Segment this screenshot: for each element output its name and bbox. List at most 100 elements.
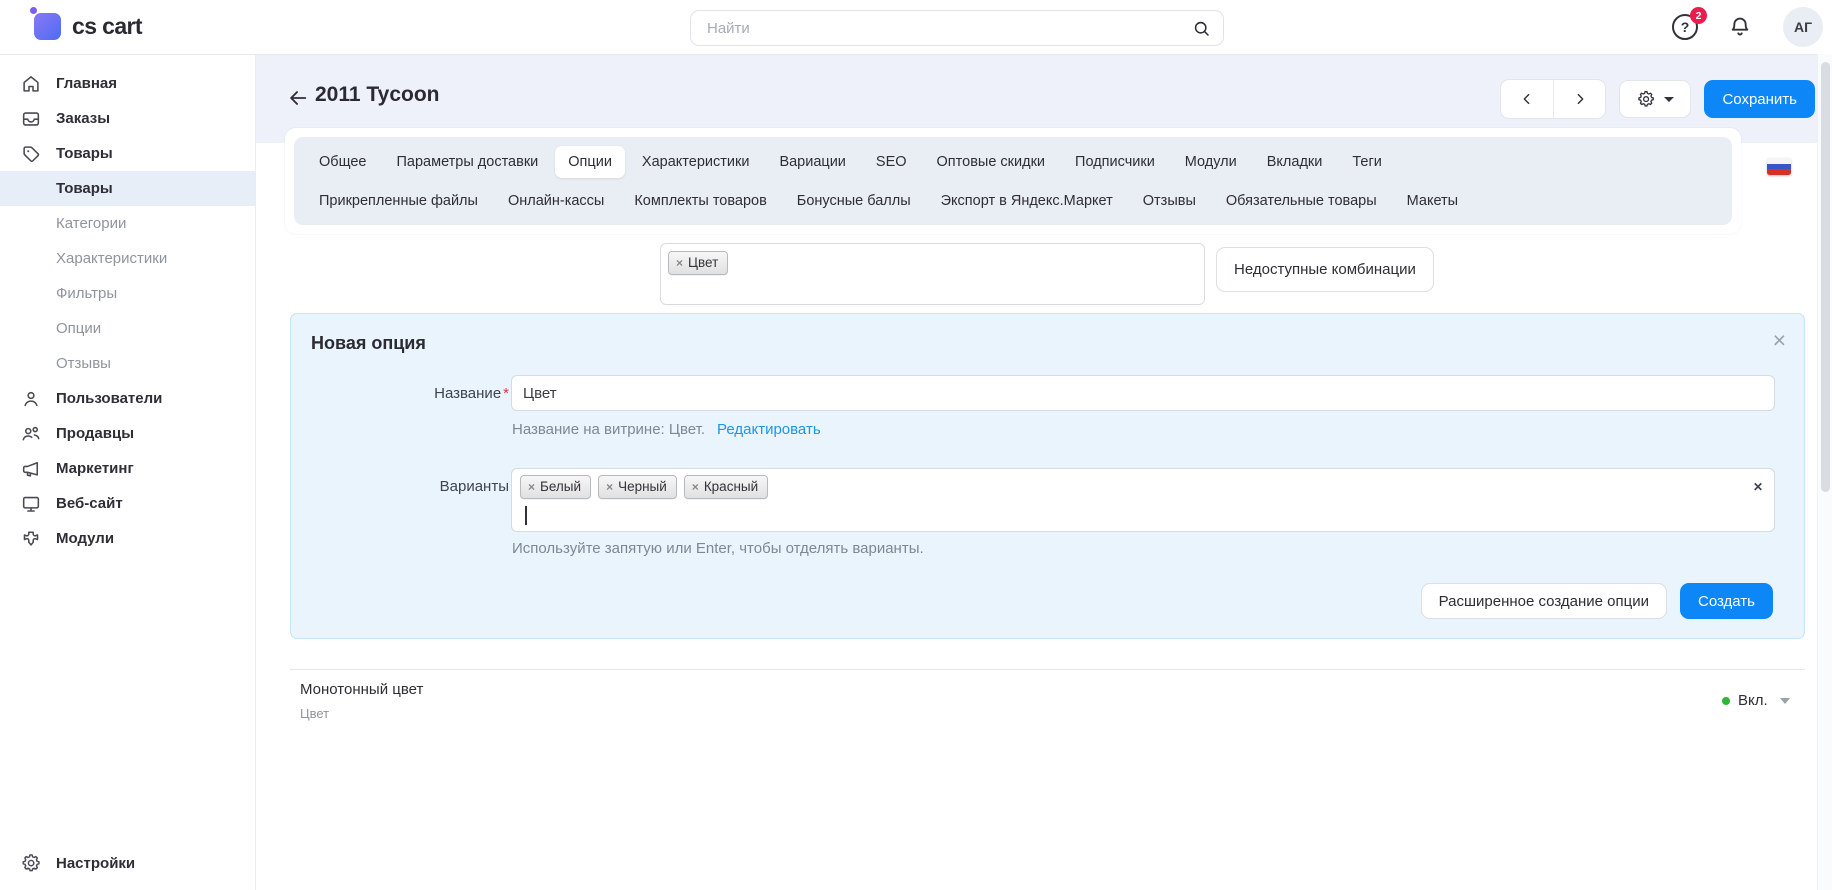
logo-icon <box>34 13 61 40</box>
variant-chip: × Белый <box>520 475 591 499</box>
sidebar-item-options[interactable]: Опции <box>0 311 255 346</box>
create-button[interactable]: Создать <box>1680 583 1773 619</box>
remove-tag-icon[interactable]: × <box>528 481 535 493</box>
tab-online-checkouts[interactable]: Онлайн-кассы <box>495 185 617 217</box>
scrollbar <box>1817 54 1832 890</box>
global-search[interactable] <box>690 10 1224 46</box>
tab-subscribers[interactable]: Подписчики <box>1062 146 1168 178</box>
edit-link[interactable]: Редактировать <box>717 421 821 438</box>
variants-input-field[interactable]: × Белый × Черный × Красный ✕ <box>511 468 1775 532</box>
search-icon[interactable] <box>1192 19 1211 38</box>
page-title: 2011 Tycoon <box>315 83 440 107</box>
sidebar-item-marketing[interactable]: Маркетинг <box>0 451 255 486</box>
sidebar-item-label: Заказы <box>56 110 110 127</box>
tab-features[interactable]: Характеристики <box>629 146 763 178</box>
tab-required-products[interactable]: Обязательные товары <box>1213 185 1390 217</box>
remove-tag-icon[interactable]: × <box>692 481 699 493</box>
tag-icon <box>20 143 42 165</box>
help-button[interactable]: ? 2 <box>1672 14 1700 42</box>
tab-yandex-market-export[interactable]: Экспорт в Яндекс.Маркет <box>928 185 1126 217</box>
sidebar-item-label: Товары <box>56 145 113 162</box>
sidebar-item-addons[interactable]: Модули <box>0 521 255 556</box>
tab-options[interactable]: Опции <box>555 146 625 178</box>
option-row-subtitle: Цвет <box>300 706 329 721</box>
scrollbar-thumb[interactable] <box>1821 62 1830 492</box>
sidebar-item-label: Пользователи <box>56 390 162 407</box>
sidebar-item-features[interactable]: Характеристики <box>0 241 255 276</box>
tab-shipping-properties[interactable]: Параметры доставки <box>383 146 551 178</box>
tab-attachments[interactable]: Прикрепленные файлы <box>306 185 491 217</box>
tab-addons[interactable]: Модули <box>1172 146 1250 178</box>
tab-qty-discounts[interactable]: Оптовые скидки <box>924 146 1059 178</box>
variant-chip: × Красный <box>684 475 768 499</box>
sidebar-item-vendors[interactable]: Продавцы <box>0 416 255 451</box>
tab-general[interactable]: Общее <box>306 146 379 178</box>
save-button[interactable]: Сохранить <box>1704 80 1815 118</box>
clear-field-icon[interactable]: ✕ <box>1753 480 1763 494</box>
sidebar-item-label: Главная <box>56 75 117 92</box>
sidebar-item-settings[interactable]: Настройки <box>0 842 254 884</box>
tab-reward-points[interactable]: Бонусные баллы <box>784 185 924 217</box>
sidebar-item-categories[interactable]: Категории <box>0 206 255 241</box>
gear-icon <box>1636 89 1656 109</box>
notifications-button[interactable] <box>1727 14 1753 40</box>
sidebar-item-home[interactable]: Главная <box>0 66 255 101</box>
search-input[interactable] <box>705 19 1192 38</box>
divider <box>290 669 1805 670</box>
user-icon <box>20 388 42 410</box>
tab-product-bundles[interactable]: Комплекты товаров <box>621 185 779 217</box>
language-flag-ru[interactable] <box>1767 158 1791 175</box>
panel-title: Новая опция <box>311 333 426 354</box>
options-select-field[interactable]: × Цвет <box>660 243 1205 305</box>
gear-icon <box>20 852 42 874</box>
status-label: Вкл. <box>1738 692 1768 709</box>
option-name-input[interactable] <box>511 375 1775 411</box>
next-button[interactable] <box>1553 80 1605 118</box>
sidebar-item-users[interactable]: Пользователи <box>0 381 255 416</box>
sidebar-item-website[interactable]: Веб-сайт <box>0 486 255 521</box>
tabs-container: Общее Параметры доставки Опции Характери… <box>294 137 1732 225</box>
tab-tags[interactable]: Теги <box>1339 146 1395 178</box>
status-dot-icon <box>1722 697 1730 705</box>
name-field-label: Название* <box>311 385 509 402</box>
sidebar: Главная Заказы Товары Товары Категории Х… <box>0 54 256 890</box>
sidebar-item-products-list[interactable]: Товары <box>0 171 255 206</box>
close-icon[interactable]: × <box>1773 324 1786 356</box>
sidebar-item-products[interactable]: Товары <box>0 136 255 171</box>
home-icon <box>20 73 42 95</box>
sidebar-item-label: Веб-сайт <box>56 495 123 512</box>
status-dropdown[interactable]: Вкл. <box>1722 692 1790 709</box>
orders-icon <box>20 108 42 130</box>
tab-layouts[interactable]: Макеты <box>1394 185 1471 217</box>
sidebar-item-reviews[interactable]: Отзывы <box>0 346 255 381</box>
storefront-name-hint: Название на витрине: Цвет.Редактировать <box>512 421 821 438</box>
pagination-group <box>1500 79 1606 119</box>
tab-variations[interactable]: Вариации <box>766 146 858 178</box>
prev-button[interactable] <box>1501 80 1553 118</box>
remove-tag-icon[interactable]: × <box>676 257 683 269</box>
monitor-icon <box>20 493 42 515</box>
option-row-name[interactable]: Монотонный цвет <box>300 681 423 698</box>
sidebar-item-label: Маркетинг <box>56 460 134 477</box>
tab-seo[interactable]: SEO <box>863 146 920 178</box>
app-window: cs cart ? 2 АГ Главная Заказы <box>0 0 1832 890</box>
top-bar: cs cart ? 2 АГ <box>0 0 1832 55</box>
text-cursor <box>525 506 527 525</box>
avatar[interactable]: АГ <box>1783 7 1823 47</box>
bell-icon <box>1727 14 1753 40</box>
sidebar-item-filters[interactable]: Фильтры <box>0 276 255 311</box>
settings-dropdown-button[interactable] <box>1619 80 1691 118</box>
remove-tag-icon[interactable]: × <box>606 481 613 493</box>
arrow-left-icon <box>287 87 309 109</box>
tab-tabs[interactable]: Вкладки <box>1254 146 1336 178</box>
selected-option-chip: × Цвет <box>668 251 728 275</box>
sidebar-item-orders[interactable]: Заказы <box>0 101 255 136</box>
forbidden-combinations-button[interactable]: Недоступные комбинации <box>1216 247 1434 292</box>
logo[interactable]: cs cart <box>34 13 142 40</box>
chevron-right-icon <box>1572 91 1588 107</box>
tab-reviews[interactable]: Отзывы <box>1130 185 1209 217</box>
variants-hint: Используйте запятую или Enter, чтобы отд… <box>512 540 924 557</box>
advanced-option-button[interactable]: Расширенное создание опции <box>1421 583 1667 619</box>
back-button[interactable] <box>287 87 309 109</box>
variant-chip: × Черный <box>598 475 677 499</box>
